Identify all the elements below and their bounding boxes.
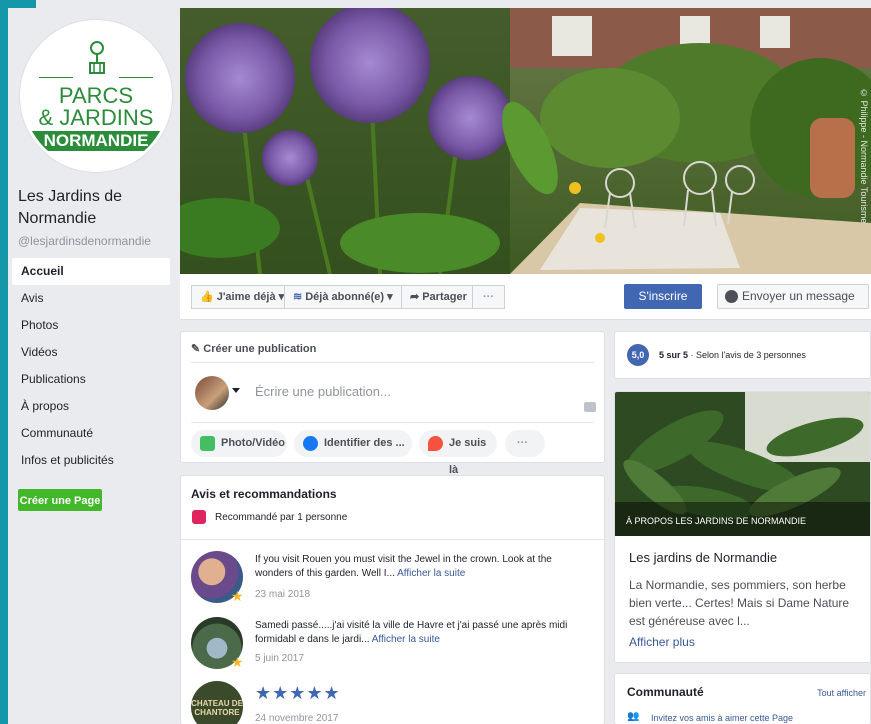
community-card: Communauté Tout afficher 👥 Invitez vos a… [614, 673, 871, 724]
page-handle[interactable]: @lesjardinsdenormandie [18, 234, 151, 248]
message-bubble-icon [725, 290, 738, 303]
rss-icon: ≋ [293, 291, 303, 303]
share-arrow-icon: ➦ [410, 291, 420, 303]
reviews-title[interactable]: Avis et recommandations [191, 487, 337, 501]
rating-score: 5 sur 5 [659, 350, 689, 360]
tag-person-icon [303, 436, 318, 451]
logo-text-parcs: PARCS [58, 83, 134, 108]
star-icon: ★ [231, 588, 244, 604]
logo-divider [119, 77, 153, 78]
reviewer-avatar[interactable]: CHATEAU DE CHANTORE [191, 681, 243, 724]
nav-item-infos-publicites[interactable]: Infos et publicités [12, 447, 170, 474]
show-more-link[interactable]: Afficher plus [629, 635, 695, 649]
review-text: If you visit Rouen you must visit the Je… [255, 553, 590, 581]
reviews-section: Avis et recommandations Recommandé par 1… [180, 475, 605, 724]
location-pin-icon [428, 436, 443, 451]
photo-icon [200, 436, 215, 451]
send-message-label: Envoyer un message [742, 289, 855, 303]
nav-item-photos[interactable]: Photos [12, 312, 170, 339]
cover-photo[interactable]: © Philippe - Normandie Tourisme [180, 8, 871, 274]
composer-header: ✎ Créer une publication [191, 343, 317, 355]
tree-icon [89, 41, 105, 74]
more-actions-button[interactable]: ··· [472, 285, 505, 309]
page-nav: Accueil Avis Photos Vidéos Publications … [12, 258, 170, 474]
rating-detail: · Selon l'avis de 3 personnes [688, 350, 806, 360]
divider [191, 362, 594, 363]
divider [191, 422, 594, 423]
create-page-button[interactable]: Créer une Page [18, 489, 102, 511]
about-title: Les jardins de Normandie [629, 550, 778, 565]
logo-text-jardins: & JARDINS [38, 105, 154, 130]
thumbs-up-icon: 👍 [200, 291, 214, 303]
rating-badge: 5,0 [627, 344, 649, 366]
show-more-link[interactable]: Afficher la suite [397, 568, 465, 579]
rating-summary[interactable]: 5,0 5 sur 5 · Selon l'avis de 3 personne… [614, 331, 871, 379]
follow-label: Déjà abonné(e) [305, 291, 385, 303]
rating-text: 5 sur 5 · Selon l'avis de 3 personnes [659, 350, 806, 360]
left-sidebar: PARCS & JARDINS NORMANDIE Les Jardins de… [8, 8, 178, 724]
share-button[interactable]: ➦ Partager [401, 285, 476, 309]
see-all-link[interactable]: Tout afficher [817, 688, 866, 698]
follow-button[interactable]: ≋ Déjà abonné(e) ▾ [284, 285, 402, 309]
check-in-button[interactable]: Je suis là [419, 430, 497, 476]
community-title[interactable]: Communauté [627, 685, 704, 699]
show-more-link[interactable]: Afficher la suite [372, 634, 440, 645]
tag-people-label: Identifier des ... [324, 437, 405, 449]
send-message-button[interactable]: Envoyer un message [717, 284, 869, 309]
nav-item-accueil[interactable]: Accueil [12, 258, 170, 285]
nav-item-avis[interactable]: Avis [12, 285, 170, 312]
nav-item-communaute[interactable]: Communauté [12, 420, 170, 447]
photo-credit: © Philippe - Normandie Tourisme [859, 88, 869, 224]
chevron-down-icon[interactable] [232, 388, 240, 393]
invite-friends-link[interactable]: Invitez vos amis à aimer cette Page [651, 713, 793, 723]
window-left-border [0, 0, 8, 724]
page-action-bar: 👍 J'aime déjà ▾ ≋ Déjà abonné(e) ▾ ➦ Partag… [180, 274, 871, 320]
recommend-icon [192, 510, 206, 524]
star-icon: ★ [231, 654, 244, 670]
about-description: La Normandie, ses pommiers, son herbe bi… [629, 578, 850, 628]
about-card: À PROPOS LES JARDINS DE NORMANDIE Les ja… [614, 391, 871, 663]
logo-divider [39, 77, 73, 78]
logo-text-normandie: NORMANDIE [29, 131, 163, 151]
avatar[interactable] [195, 376, 229, 410]
like-label: J'aime déjà [216, 291, 276, 303]
nav-item-publications[interactable]: Publications [12, 366, 170, 393]
nav-item-a-propos[interactable]: À propos [12, 393, 170, 420]
like-button[interactable]: 👍 J'aime déjà ▾ [191, 285, 294, 309]
page-title[interactable]: Les Jardins de Normandie [18, 186, 178, 230]
nav-item-videos[interactable]: Vidéos [12, 339, 170, 366]
review-date[interactable]: 24 novembre 2017 [255, 713, 338, 724]
share-label: Partager [422, 291, 467, 303]
more-options-button[interactable]: ··· [505, 430, 545, 457]
page-profile-logo[interactable]: PARCS & JARDINS NORMANDIE [20, 20, 172, 172]
check-in-label: Je suis là [449, 437, 487, 476]
review-date[interactable]: 23 mai 2018 [255, 589, 310, 600]
about-image[interactable] [615, 392, 871, 536]
post-composer: ✎ Créer une publication Écrire une publi… [180, 331, 605, 476]
signup-button[interactable]: S'inscrire [624, 284, 702, 309]
review-text: Samedi passé.....j'ai visité la ville de… [255, 619, 590, 647]
photo-video-button[interactable]: Photo/Vidéo [191, 430, 287, 457]
five-star-rating: ★★★★★ [255, 683, 341, 703]
garden-cover-image [180, 8, 871, 274]
recommended-count: Recommandé par 1 personne [215, 512, 348, 523]
tag-people-button[interactable]: Identifier des ... [294, 430, 412, 457]
photo-video-label: Photo/Vidéo [221, 437, 285, 449]
composer-header-label: Créer une publication [203, 343, 317, 355]
friends-icon: 👥 [627, 711, 640, 722]
divider [181, 539, 604, 540]
camera-icon[interactable] [584, 402, 596, 412]
about-caption: À PROPOS LES JARDINS DE NORMANDIE [626, 516, 807, 526]
review-date[interactable]: 5 juin 2017 [255, 653, 304, 664]
window-top-border [0, 0, 36, 8]
post-input[interactable]: Écrire une publication... [255, 384, 391, 399]
